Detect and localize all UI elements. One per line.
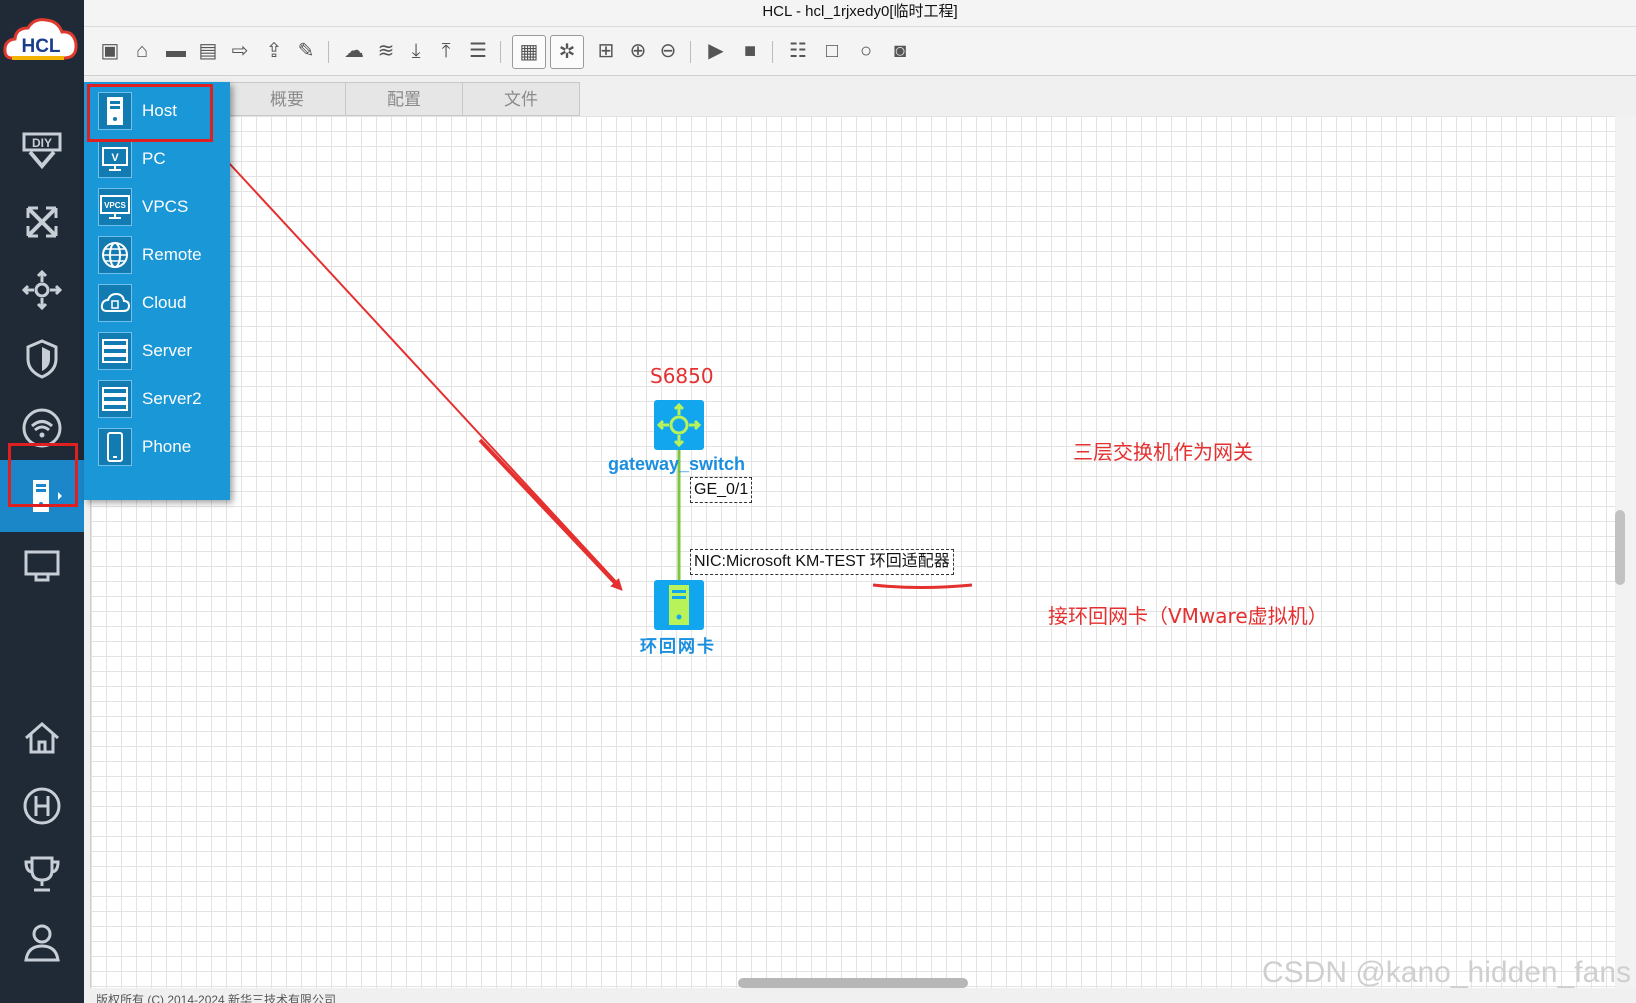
menu-label: Cloud — [142, 293, 187, 312]
server2-icon — [98, 380, 132, 418]
gateway-annotation: 三层交换机作为网关 — [1073, 440, 1253, 464]
menu-label: Server2 — [142, 389, 202, 408]
menu-item-server[interactable]: Server — [84, 326, 230, 376]
menu-item-remote[interactable]: Remote — [84, 230, 230, 280]
underline-mark — [872, 583, 973, 589]
switch-port-label: GE_0/1 — [690, 477, 753, 503]
horizontal-scrollbar[interactable] — [738, 978, 968, 988]
annotation-arrow-head — [478, 438, 623, 591]
status-bar: 版权所有 (C) 2014-2024 新华三技术有限公司 — [84, 990, 1636, 1003]
cloud-device-icon — [98, 284, 132, 322]
menu-label: Server — [142, 341, 193, 360]
device-menu: Host V PC VPCS VPCS Remote Cloud Server — [84, 82, 230, 500]
menu-label: Phone — [142, 437, 192, 456]
nic-annotation: 接环回网卡（VMware虚拟机） — [1048, 604, 1328, 628]
switch-model-label: S6850 — [650, 364, 714, 388]
vertical-scrollbar[interactable] — [1615, 510, 1625, 585]
svg-text:V: V — [111, 152, 119, 164]
menu-item-cloud[interactable]: Cloud — [84, 278, 230, 328]
annotation-arrow-thin — [227, 161, 621, 587]
svg-text:VPCS: VPCS — [104, 201, 126, 210]
menu-label: Remote — [142, 245, 202, 264]
phone-icon — [98, 428, 132, 466]
host-port-label: NIC:Microsoft KM-TEST 环回适配器 — [690, 549, 954, 575]
host-device[interactable] — [654, 580, 704, 630]
menu-item-phone[interactable]: Phone — [84, 422, 230, 472]
remote-globe-icon — [98, 236, 132, 274]
topology-overlay — [227, 161, 973, 630]
pc-icon: V — [98, 140, 132, 178]
vpcs-icon: VPCS — [98, 188, 132, 226]
switch-name-label[interactable]: gateway_switch — [608, 454, 745, 475]
menu-item-server2[interactable]: Server2 — [84, 374, 230, 424]
menu-item-vpcs[interactable]: VPCS VPCS — [84, 182, 230, 232]
menu-label: PC — [142, 149, 166, 168]
host-highlight-box — [87, 84, 213, 142]
menu-label: VPCS — [142, 197, 189, 216]
server-icon — [98, 332, 132, 370]
watermark-text: CSDN @kano_hidden_fans — [1262, 956, 1632, 989]
switch-device[interactable] — [654, 400, 704, 450]
host-name-label[interactable]: 环回网卡 — [640, 632, 716, 657]
